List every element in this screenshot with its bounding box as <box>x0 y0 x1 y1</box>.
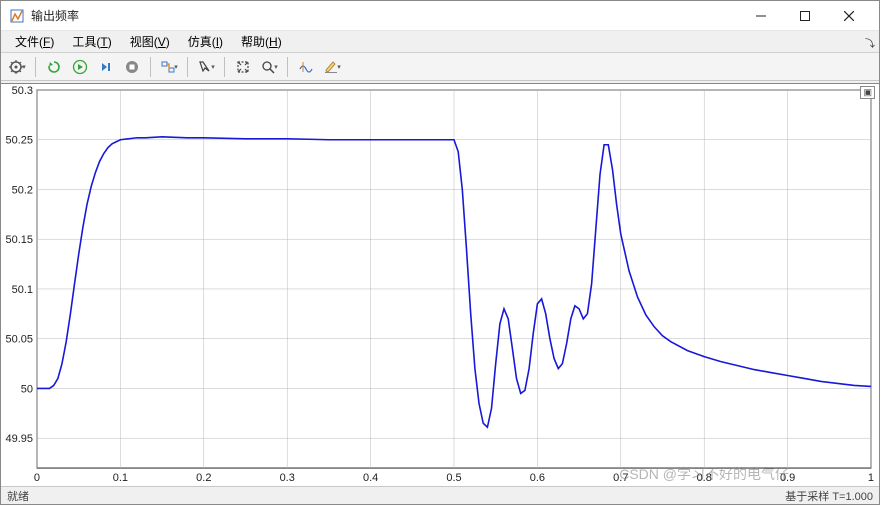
menu-f[interactable]: 文件(F) <box>7 31 62 52</box>
cursor-button[interactable]: ▾ <box>194 55 218 79</box>
menubar-overflow-icon[interactable]: ⤵ <box>865 35 875 50</box>
annotate-button[interactable]: ▾ <box>320 55 344 79</box>
svg-text:0.5: 0.5 <box>446 472 461 484</box>
svg-text:50.2: 50.2 <box>12 184 33 196</box>
svg-text:0.8: 0.8 <box>697 472 712 484</box>
svg-text:0: 0 <box>34 472 40 484</box>
svg-text:50.1: 50.1 <box>12 284 33 296</box>
svg-text:0.1: 0.1 <box>113 472 128 484</box>
svg-text:0.3: 0.3 <box>280 472 295 484</box>
scope-plot[interactable]: 0 0.1 0.2 0.3 0.4 0.5 0.6 0.7 0.8 0.9 1 49.95 50 50.0… <box>1 83 879 486</box>
svg-text:50.25: 50.25 <box>6 135 33 147</box>
menu-v[interactable]: 视图(V) <box>122 31 178 52</box>
svg-text:0.2: 0.2 <box>196 472 211 484</box>
measure-button[interactable] <box>294 55 318 79</box>
svg-text:1: 1 <box>868 472 874 484</box>
svg-text:0.7: 0.7 <box>613 472 628 484</box>
minimize-button[interactable] <box>739 2 783 30</box>
restart-button[interactable] <box>42 55 66 79</box>
menubar: 文件(F)工具(T)视图(V)仿真(I)帮助(H) ⤵ <box>1 31 879 53</box>
menu-h[interactable]: 帮助(H) <box>233 31 290 52</box>
close-button[interactable] <box>827 2 871 30</box>
svg-text:50.05: 50.05 <box>6 334 33 346</box>
statusbar: 就绪 基于采样 T=1.000 <box>1 486 879 504</box>
svg-text:50.15: 50.15 <box>6 234 33 246</box>
window-title: 输出频率 <box>31 7 79 24</box>
matlab-app-icon <box>9 8 25 24</box>
menu-t[interactable]: 工具(T) <box>64 31 119 52</box>
svg-text:0.4: 0.4 <box>363 472 378 484</box>
svg-text:0.6: 0.6 <box>530 472 545 484</box>
run-button[interactable] <box>68 55 92 79</box>
svg-text:50.3: 50.3 <box>12 85 33 97</box>
status-right: 基于采样 T=1.000 <box>785 488 873 504</box>
stop-button[interactable] <box>120 55 144 79</box>
settings-button[interactable]: ▾ <box>5 55 29 79</box>
svg-text:50: 50 <box>21 383 33 395</box>
toolbar: ▾ ▾ ▾ ▾ ▾ <box>1 53 879 81</box>
svg-text:49.95: 49.95 <box>6 433 33 445</box>
zoom-in-button[interactable]: ▾ <box>257 55 281 79</box>
legend-toggle-icon[interactable]: ▣ <box>860 86 875 99</box>
status-left: 就绪 <box>7 488 29 504</box>
titlebar: 输出频率 <box>1 1 879 31</box>
zoom-fit-button[interactable] <box>231 55 255 79</box>
menu-i[interactable]: 仿真(I) <box>180 31 231 52</box>
maximize-button[interactable] <box>783 2 827 30</box>
svg-text:0.9: 0.9 <box>780 472 795 484</box>
step-button[interactable] <box>94 55 118 79</box>
highlight-button[interactable]: ▾ <box>157 55 181 79</box>
